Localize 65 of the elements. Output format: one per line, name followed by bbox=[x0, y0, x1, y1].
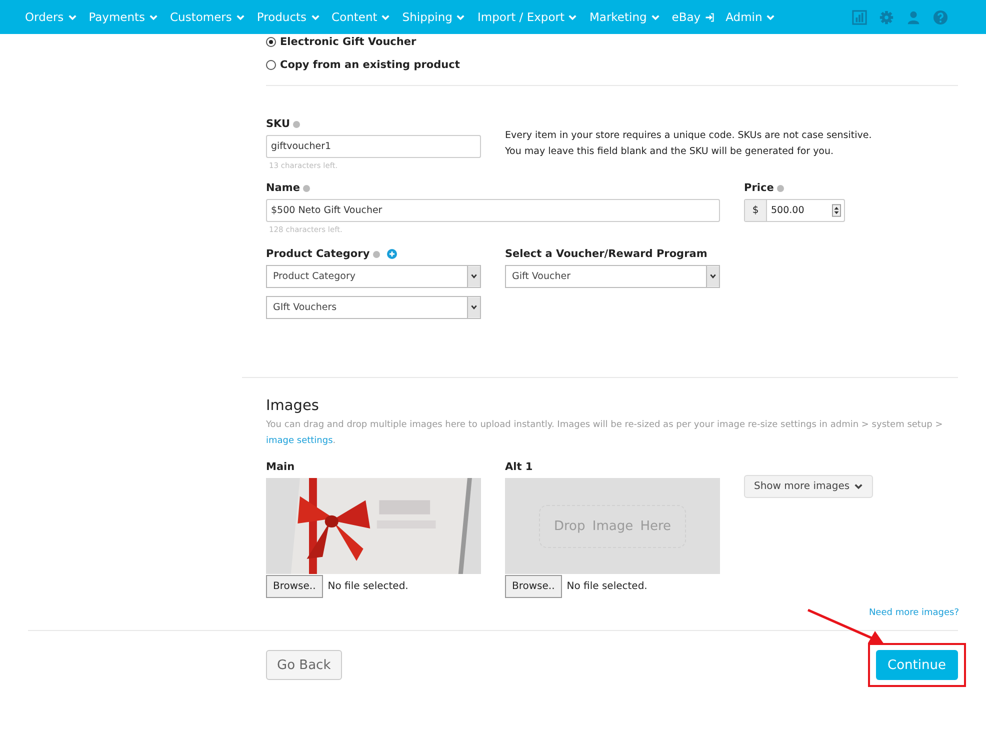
info-icon[interactable] bbox=[776, 184, 784, 192]
chevron-down-icon bbox=[68, 12, 77, 22]
image-drop-area[interactable]: Drop Image Here bbox=[505, 478, 720, 574]
nav-menu-item[interactable]: Content bbox=[332, 10, 390, 24]
chevron-down-icon bbox=[650, 12, 660, 22]
image-slot-label: Alt 1 bbox=[505, 461, 533, 473]
field-label: Product Category bbox=[266, 248, 370, 260]
chevron-down-icon bbox=[149, 12, 158, 22]
voucher-program-select[interactable]: Gift Voucher bbox=[505, 265, 720, 288]
spinner-icon[interactable] bbox=[832, 204, 841, 217]
help-text: You may leave this field blank and the SKU will be generated for you. bbox=[505, 145, 835, 159]
field-label: SKU bbox=[266, 118, 290, 130]
dropdown-arrow-icon bbox=[467, 266, 480, 287]
add-icon[interactable] bbox=[386, 249, 397, 259]
user-icon[interactable] bbox=[906, 10, 921, 24]
need-more-images-link[interactable]: Need more images? bbox=[868, 608, 959, 618]
images-description: You can drag and drop multiple images here to upload instantly. Images will be re-sized as per your image re-size settings in admin > system setup > image settings. bbox=[266, 419, 944, 448]
info-icon[interactable] bbox=[302, 184, 310, 192]
sku-input[interactable]: giftvoucher1 bbox=[266, 135, 481, 158]
continue-button[interactable]: Continue bbox=[876, 650, 958, 680]
chevron-down-icon bbox=[310, 12, 320, 22]
drop-zone: Drop Image Here bbox=[538, 504, 686, 548]
radio-option[interactable]: Electronic Gift Voucher bbox=[266, 36, 958, 48]
chart-icon[interactable] bbox=[852, 10, 867, 24]
field-label: Select a Voucher/Reward Program bbox=[505, 248, 708, 260]
file-status: No file selected. bbox=[328, 581, 408, 592]
nav-menu-item[interactable]: Marketing bbox=[589, 10, 660, 24]
nav-menu-item[interactable]: Admin bbox=[726, 10, 776, 24]
nav-menu-item[interactable]: Payments bbox=[88, 10, 158, 24]
image-slot-label: Main bbox=[266, 461, 295, 473]
price-input[interactable]: $ 500.00 bbox=[744, 199, 845, 222]
file-status: No file selected. bbox=[566, 581, 648, 592]
chevron-down-icon bbox=[381, 12, 390, 22]
radio-option[interactable]: Copy from an existing product bbox=[266, 59, 958, 71]
field-label: Price bbox=[744, 182, 774, 194]
nav-menu-item[interactable]: eBay bbox=[672, 10, 714, 24]
chevron-down-icon bbox=[236, 12, 245, 22]
currency-prefix: $ bbox=[745, 200, 767, 221]
image-settings-link[interactable]: image settings bbox=[266, 436, 333, 446]
chevron-down-icon bbox=[568, 12, 578, 22]
info-icon[interactable] bbox=[372, 250, 380, 258]
help-text: Every item in your store requires a unique code. SKUs are not case sensitive. bbox=[505, 129, 872, 143]
info-icon[interactable] bbox=[293, 120, 300, 128]
help-icon[interactable] bbox=[933, 10, 948, 24]
show-more-images-button[interactable]: Show more images bbox=[744, 475, 873, 498]
sign-in-icon bbox=[704, 12, 714, 22]
field-label: Name bbox=[266, 182, 300, 194]
go-back-button[interactable]: Go Back bbox=[266, 650, 342, 680]
nav-menu-item[interactable]: Products bbox=[256, 10, 320, 24]
category-select[interactable]: GIft Vouchers bbox=[266, 296, 481, 319]
nav-menu-item[interactable]: Import / Export bbox=[477, 10, 578, 24]
category-select[interactable]: Product Category bbox=[266, 265, 481, 288]
chevron-down-icon bbox=[854, 482, 863, 491]
name-input[interactable]: $500 Neto Gift Voucher bbox=[266, 199, 720, 222]
browse-button[interactable]: Browse.. bbox=[505, 575, 562, 598]
nav-menu-item[interactable]: Shipping bbox=[402, 10, 466, 24]
dropdown-arrow-icon bbox=[467, 297, 480, 318]
chevron-down-icon bbox=[766, 12, 776, 22]
dropdown-arrow-icon bbox=[706, 266, 719, 287]
chevron-down-icon bbox=[456, 12, 466, 22]
settings-icon[interactable] bbox=[879, 10, 894, 24]
section-title: Images bbox=[266, 398, 320, 414]
nav-menu-item[interactable]: Customers bbox=[170, 10, 245, 24]
nav-menu-item[interactable]: Orders bbox=[25, 10, 77, 24]
browse-button[interactable]: Browse.. bbox=[266, 575, 323, 598]
